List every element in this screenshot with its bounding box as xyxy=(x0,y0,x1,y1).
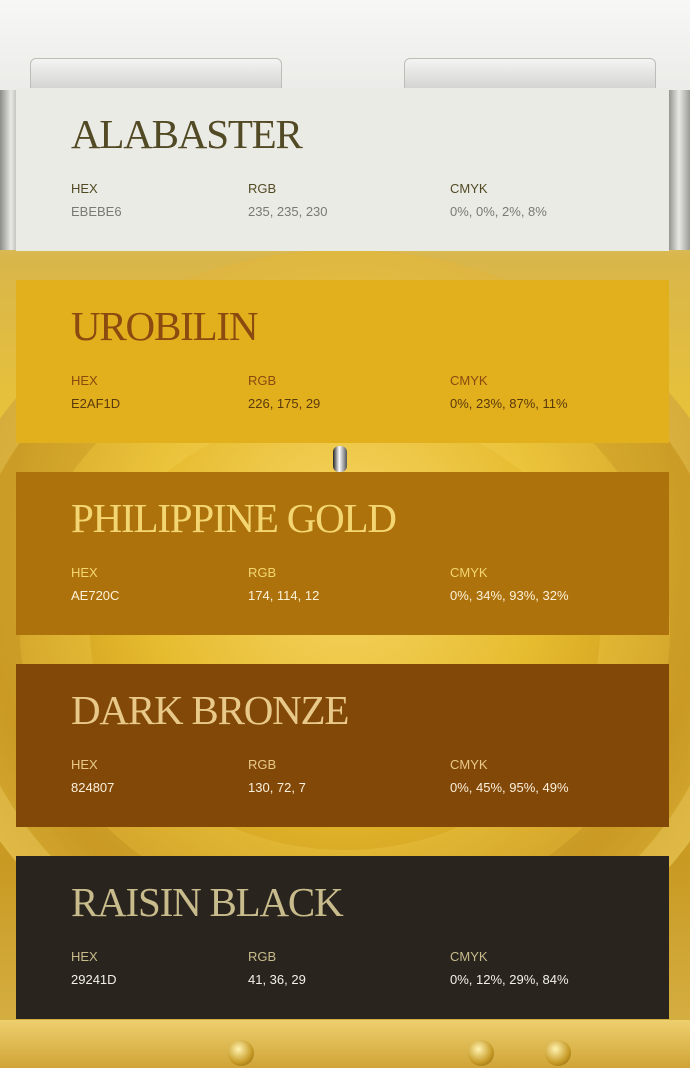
swatch-card-alabaster: ALABASTER HEX EBEBE6 RGB 235, 235, 230 C… xyxy=(16,88,669,251)
cmyk-value: 0%, 34%, 93%, 32% xyxy=(450,588,569,603)
spindle xyxy=(333,446,347,472)
cmyk-value: 0%, 0%, 2%, 8% xyxy=(450,204,547,219)
swatch-card-urobilin: UROBILIN HEX E2AF1D RGB 226, 175, 29 CMY… xyxy=(16,280,669,443)
hex-label: HEX xyxy=(71,373,98,388)
hex-value: E2AF1D xyxy=(71,396,121,411)
color-name: DARK BRONZE xyxy=(71,687,349,733)
cmyk-field: CMYK 0%, 23%, 87%, 11% xyxy=(450,373,568,412)
control-knob xyxy=(228,1040,254,1066)
color-name: UROBILIN xyxy=(71,303,258,349)
control-knob xyxy=(545,1040,571,1066)
cmyk-value: 0%, 45%, 95%, 49% xyxy=(450,780,569,795)
cmyk-field: CMYK 0%, 34%, 93%, 32% xyxy=(450,565,569,604)
rgb-value: 226, 175, 29 xyxy=(248,396,321,411)
cmyk-field: CMYK 0%, 12%, 29%, 84% xyxy=(450,949,569,988)
cmyk-value: 0%, 12%, 29%, 84% xyxy=(450,972,569,987)
swatch-card-philippine-gold: PHILIPPINE GOLD HEX AE720C RGB 174, 114,… xyxy=(16,472,669,635)
rgb-label: RGB xyxy=(248,181,277,196)
swatch-card-dark-bronze: DARK BRONZE HEX 824807 RGB 130, 72, 7 CM… xyxy=(16,664,669,827)
rgb-label: RGB xyxy=(248,373,277,388)
hex-label: HEX xyxy=(71,181,98,196)
rgb-field: RGB 174, 114, 12 xyxy=(248,565,319,604)
hex-label: HEX xyxy=(71,949,98,964)
hex-value: AE720C xyxy=(71,588,120,603)
hex-value: EBEBE6 xyxy=(71,204,122,219)
cmyk-label: CMYK xyxy=(450,757,488,772)
hex-field: HEX 824807 xyxy=(71,757,114,796)
rgb-value: 174, 114, 12 xyxy=(248,588,320,603)
swatch-card-raisin-black: RAISIN BLACK HEX 29241D RGB 41, 36, 29 C… xyxy=(16,856,669,1019)
cmyk-label: CMYK xyxy=(450,565,488,580)
rgb-field: RGB 226, 175, 29 xyxy=(248,373,320,412)
control-plate xyxy=(0,1020,690,1068)
rgb-field: RGB 130, 72, 7 xyxy=(248,757,306,796)
color-name: RAISIN BLACK xyxy=(71,879,344,925)
cmyk-label: CMYK xyxy=(450,373,488,388)
hex-value: 824807 xyxy=(71,780,115,795)
cmyk-label: CMYK xyxy=(450,949,488,964)
cmyk-value: 0%, 23%, 87%, 11% xyxy=(450,396,568,411)
hex-label: HEX xyxy=(71,757,98,772)
rgb-value: 130, 72, 7 xyxy=(248,780,306,795)
chrome-frame-right xyxy=(668,90,690,250)
hex-value: 29241D xyxy=(71,972,117,987)
rgb-value: 235, 235, 230 xyxy=(248,204,328,219)
control-knob xyxy=(468,1040,494,1066)
rgb-label: RGB xyxy=(248,949,277,964)
rgb-label: RGB xyxy=(248,565,277,580)
hex-field: HEX EBEBE6 xyxy=(71,181,122,220)
hex-label: HEX xyxy=(71,565,98,580)
rgb-field: RGB 235, 235, 230 xyxy=(248,181,328,220)
cmyk-field: CMYK 0%, 45%, 95%, 49% xyxy=(450,757,569,796)
hex-field: HEX 29241D xyxy=(71,949,117,988)
cmyk-field: CMYK 0%, 0%, 2%, 8% xyxy=(450,181,547,220)
rgb-value: 41, 36, 29 xyxy=(248,972,306,987)
hex-field: HEX E2AF1D xyxy=(71,373,120,412)
cmyk-label: CMYK xyxy=(450,181,488,196)
color-name: PHILIPPINE GOLD xyxy=(71,495,397,541)
rgb-label: RGB xyxy=(248,757,277,772)
hex-field: HEX AE720C xyxy=(71,565,119,604)
rgb-field: RGB 41, 36, 29 xyxy=(248,949,306,988)
color-name: ALABASTER xyxy=(71,111,303,157)
